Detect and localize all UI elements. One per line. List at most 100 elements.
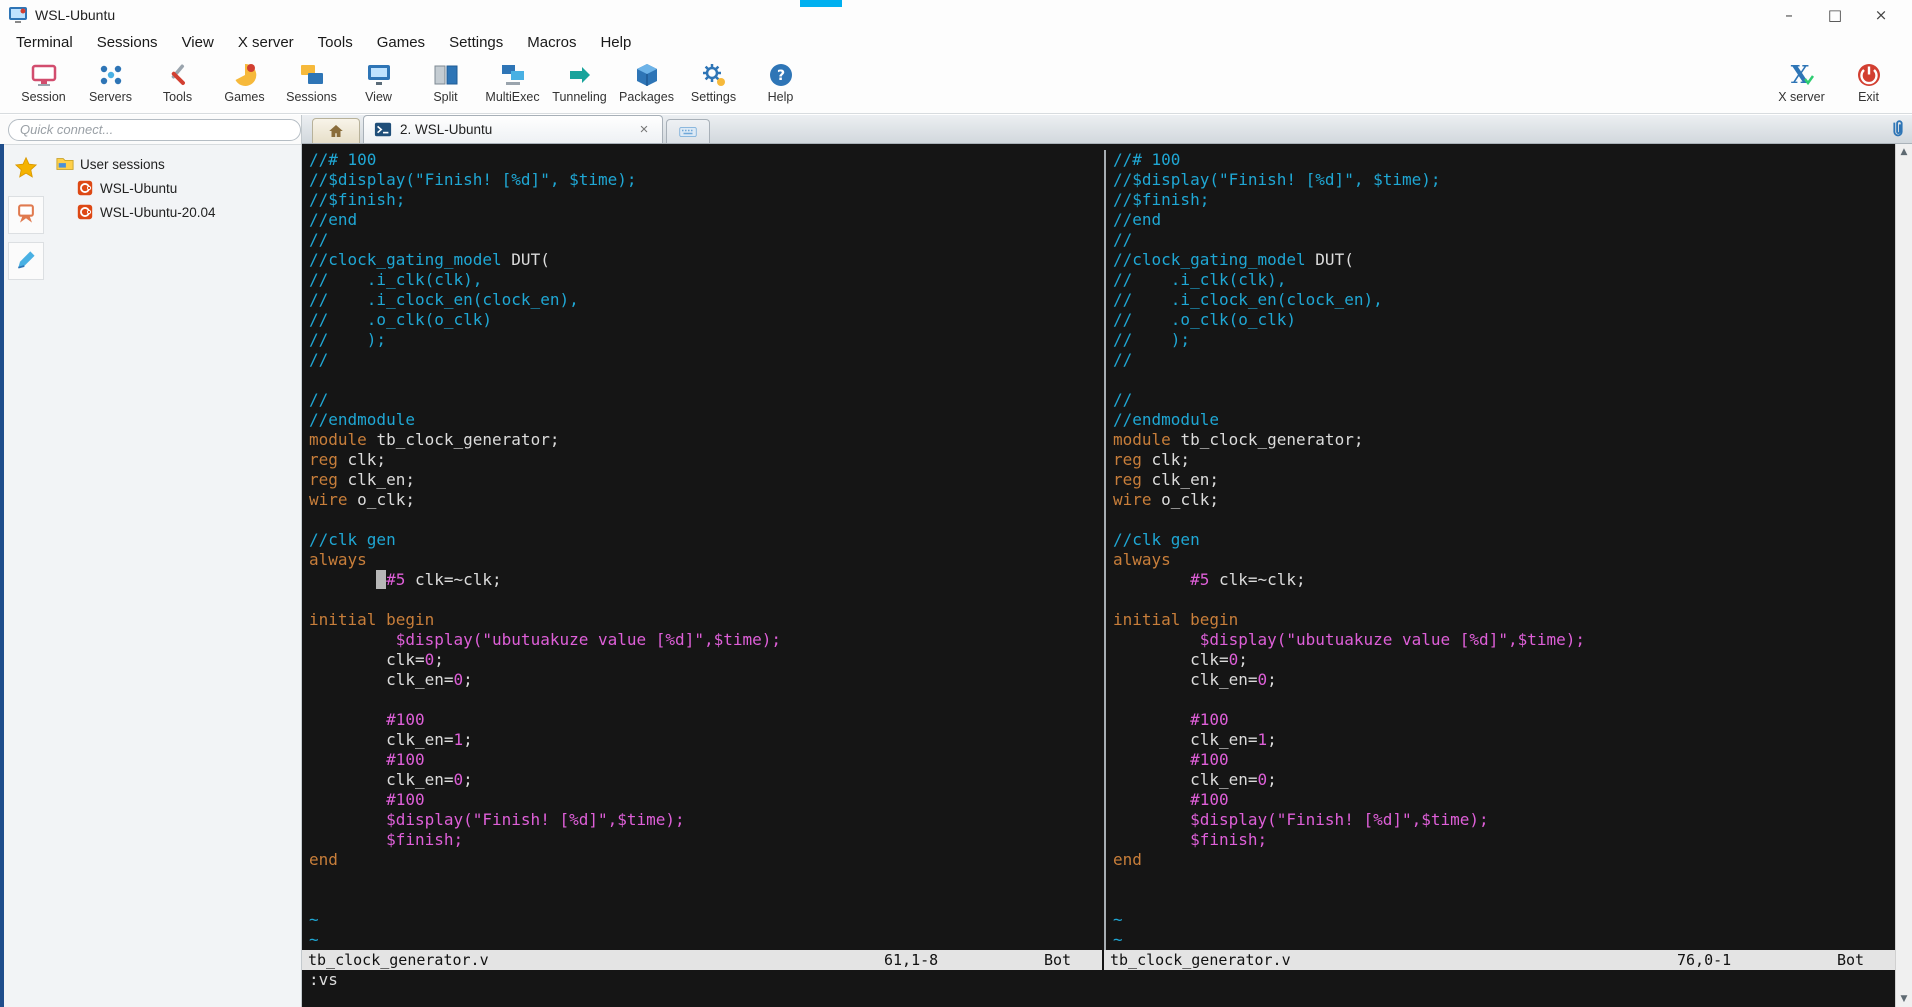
code-line: wire o_clk; xyxy=(1113,490,1219,509)
code-line: #100 xyxy=(1190,750,1229,769)
servers-button[interactable]: Servers xyxy=(77,56,144,113)
menu-help[interactable]: Help xyxy=(588,30,643,55)
sessions-button[interactable]: Sessions xyxy=(278,56,345,113)
code-line: //# 100 xyxy=(1113,150,1181,169)
session-icon xyxy=(30,61,58,89)
minimize-button[interactable]: – xyxy=(1766,1,1812,29)
games-button[interactable]: Games xyxy=(211,56,278,113)
code-line: // .i_clock_en(clock_en), xyxy=(309,290,579,309)
maximize-button[interactable]: □ xyxy=(1812,1,1858,29)
session-item-wsl-ubuntu-20-04[interactable]: WSL-Ubuntu-20.04 xyxy=(48,200,301,224)
scroll-up-icon[interactable]: ▲ xyxy=(1901,146,1908,158)
tab-label: 2. WSL-Ubuntu xyxy=(400,122,493,137)
wsl-session-icon xyxy=(76,203,94,221)
remote-session-icon xyxy=(14,202,38,229)
code-line: #100 xyxy=(1190,710,1229,729)
tools-button[interactable]: Tools xyxy=(144,56,211,113)
left-status-position: Bot xyxy=(1044,951,1072,969)
view-button[interactable]: View xyxy=(345,56,412,113)
servers-label: Servers xyxy=(88,90,133,104)
vim-command-line: :vs xyxy=(309,970,338,989)
tunneling-button[interactable]: Tunneling xyxy=(546,56,613,113)
session-button[interactable]: Session xyxy=(10,56,77,113)
packages-button[interactable]: Packages xyxy=(613,56,680,113)
sessions-tree: User sessions WSL-Ubuntu WSL-Ubuntu-20.04 xyxy=(48,144,301,1007)
code-line: // .o_clk(o_clk) xyxy=(309,310,493,329)
code-line: end xyxy=(1113,850,1142,869)
terminal[interactable]: //# 100//$display("Finish! [%d]", $time)… xyxy=(302,144,1895,1007)
tools-label: Tools xyxy=(162,90,193,104)
view-label: View xyxy=(365,90,392,104)
exit-button[interactable]: Exit xyxy=(1835,56,1902,113)
session-item-wsl-ubuntu[interactable]: WSL-Ubuntu xyxy=(48,176,301,200)
terminal-filler xyxy=(302,990,1895,1007)
exit-icon xyxy=(1855,61,1883,89)
code-line: reg clk_en; xyxy=(1113,470,1219,489)
code-line: reg clk_en; xyxy=(309,470,415,489)
code-line: wire o_clk; xyxy=(309,490,415,509)
tab-active-session[interactable]: 2. WSL-Ubuntu × xyxy=(363,115,663,143)
code-line: // ); xyxy=(309,330,387,349)
code-line: clk_en=1; xyxy=(1113,730,1277,749)
multiexec-button[interactable]: MultiExec xyxy=(479,56,546,113)
menu-view[interactable]: View xyxy=(170,30,226,55)
window-title: WSL-Ubuntu xyxy=(35,6,116,23)
menu-games[interactable]: Games xyxy=(365,30,437,55)
help-button[interactable]: ? Help xyxy=(747,56,814,113)
vim-left-pane[interactable]: //# 100//$display("Finish! [%d]", $time)… xyxy=(302,150,1104,950)
tab-close-icon[interactable]: × xyxy=(636,121,652,138)
x-server-button[interactable]: XX server xyxy=(1768,56,1835,113)
titlebar-accent xyxy=(800,0,842,7)
scroll-down-icon[interactable]: ▼ xyxy=(1901,993,1908,1005)
code-line: reg clk; xyxy=(309,450,387,469)
code-line: always xyxy=(1113,550,1171,569)
code-line: //end xyxy=(309,210,358,229)
vim-cursor xyxy=(376,570,387,589)
toolbar: Session Servers Tools Games Sessions View Spli… xyxy=(0,56,1912,114)
menu-x-server[interactable]: X server xyxy=(226,30,306,55)
tab-home[interactable] xyxy=(312,118,360,143)
x-server-label: X server xyxy=(1778,90,1825,104)
vim-right-pane[interactable]: //# 100//$display("Finish! [%d]", $time)… xyxy=(1104,150,1895,950)
quick-connect-input[interactable] xyxy=(8,118,301,141)
menu-sessions[interactable]: Sessions xyxy=(85,30,170,55)
close-button[interactable]: × xyxy=(1858,1,1904,29)
vim-right-statusline: tb_clock_generator.v 76,0-1 Bot xyxy=(1104,950,1895,970)
menu-tools[interactable]: Tools xyxy=(306,30,365,55)
menu-macros[interactable]: Macros xyxy=(515,30,588,55)
split-button[interactable]: Split xyxy=(412,56,479,113)
code-line: #100 xyxy=(386,710,425,729)
code-line: ~ xyxy=(1113,930,1123,949)
keyboard-icon xyxy=(679,123,697,141)
scrollbar[interactable]: ▲ ▼ xyxy=(1895,144,1912,1007)
star-button[interactable] xyxy=(8,150,44,188)
menu-settings[interactable]: Settings xyxy=(437,30,515,55)
star-icon xyxy=(14,156,38,183)
toolbar-right-group: XX server Exit xyxy=(1768,56,1902,113)
code-line: clk_en=0; xyxy=(309,770,473,789)
session-label: WSL-Ubuntu xyxy=(100,180,178,196)
right-status-filename: tb_clock_generator.v xyxy=(1110,951,1291,969)
code-line: // xyxy=(309,390,329,409)
code-line: $finish; xyxy=(1190,830,1268,849)
tab-new-terminal[interactable] xyxy=(666,119,710,143)
code-line: clk_en=0; xyxy=(1113,770,1277,789)
menu-terminal[interactable]: Terminal xyxy=(4,30,85,55)
code-line: clk_en=0; xyxy=(309,670,473,689)
svg-text:?: ? xyxy=(776,68,784,84)
settings-button[interactable]: Settings xyxy=(680,56,747,113)
code-line: #100 xyxy=(386,750,425,769)
tree-root-user-sessions[interactable]: User sessions xyxy=(48,152,301,176)
settings-icon xyxy=(700,61,728,89)
code-line: reg clk; xyxy=(1113,450,1191,469)
remote-session-button[interactable] xyxy=(8,196,44,234)
attachment-icon[interactable] xyxy=(1887,118,1909,140)
code-line: clk=0; xyxy=(1113,650,1248,669)
main-area: User sessionsWSL-UbuntuWSL-Ubuntu-20.04 … xyxy=(0,115,1912,1007)
macros-pen-button[interactable] xyxy=(8,242,44,280)
